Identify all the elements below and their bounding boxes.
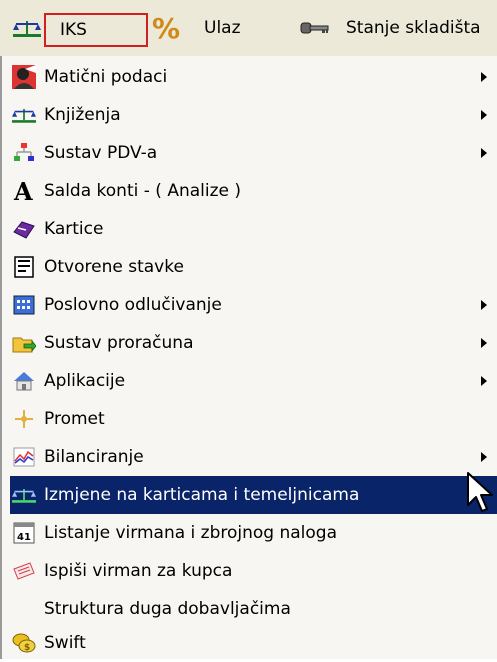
submenu-arrow-icon (481, 452, 487, 462)
menu-item-sustav-proracuna[interactable]: Sustav proračuna (10, 324, 497, 362)
document-icon (12, 255, 36, 279)
cheque-icon (12, 559, 36, 583)
calendar-icon: 41 (12, 521, 36, 545)
submenu-arrow-icon (481, 72, 487, 82)
menu-item-izmjene-na-karticama[interactable]: Izmjene na karticama i temeljnicama (10, 476, 497, 514)
menu-item-bilanciranje[interactable]: Bilanciranje (10, 438, 497, 476)
menu-item-kartice[interactable]: Kartice (10, 210, 497, 248)
menubar-ulaz[interactable]: Ulaz (204, 0, 241, 56)
menubar-stanje-skladista[interactable]: Stanje skladišta (346, 0, 481, 56)
menubar-iks[interactable]: IKS (44, 13, 148, 47)
submenu-arrow-icon (481, 300, 487, 310)
scale-icon (12, 103, 36, 127)
menu-item-knjizenja[interactable]: Knjiženja (10, 96, 497, 134)
svg-text:$: $ (24, 643, 30, 653)
svg-text:41: 41 (17, 532, 31, 543)
svg-text:A: A (13, 179, 33, 203)
menu-item-struktura-duga[interactable]: Struktura duga dobavljačima (10, 590, 497, 628)
menubar: IKS % Ulaz Stanje skladišta (0, 0, 497, 56)
chart-icon (12, 445, 36, 469)
submenu-arrow-icon (481, 338, 487, 348)
house-icon (12, 369, 36, 393)
menu-item-listanje-virmana[interactable]: 41 Listanje virmana i zbrojnog naloga (10, 514, 497, 552)
menu-item-poslovno-odlucivanje[interactable]: Poslovno odlučivanje (10, 286, 497, 324)
submenu-arrow-icon (481, 110, 487, 120)
menu-item-swift[interactable]: $ Swift (10, 624, 497, 662)
star-icon (12, 407, 36, 431)
key-icon (300, 0, 330, 56)
menu-item-otvorene-stavke[interactable]: Otvorene stavke (10, 248, 497, 286)
mouse-cursor-icon (467, 472, 493, 512)
menu-item-sustav-pdv[interactable]: Sustav PDV-a (10, 134, 497, 172)
person-icon (12, 65, 36, 89)
submenu-arrow-icon (481, 148, 487, 158)
coins-icon: $ (12, 631, 36, 655)
submenu-arrow-icon (481, 376, 487, 386)
menu-item-salda-konti[interactable]: A Salda konti - ( Analize ) (10, 172, 497, 210)
dropdown-menu: Matični podaci Knjiženja Sustav PDV-a A … (0, 56, 497, 659)
tree-icon (12, 141, 36, 165)
font-a-icon: A (12, 179, 36, 203)
menu-item-aplikacije[interactable]: Aplikacije (10, 362, 497, 400)
scale-icon (12, 0, 42, 56)
card-icon (12, 217, 36, 241)
menu-item-ispisi-virman[interactable]: Ispiši virman za kupca (10, 552, 497, 590)
menu-item-maticni-podaci[interactable]: Matični podaci (10, 58, 497, 96)
percent-icon[interactable]: % (152, 0, 180, 56)
scale-icon (12, 483, 36, 507)
menubar-iks-label: IKS (60, 20, 87, 40)
folder-arrow-icon (12, 331, 36, 355)
grid-icon (12, 293, 36, 317)
menu-item-promet[interactable]: Promet (10, 400, 497, 438)
